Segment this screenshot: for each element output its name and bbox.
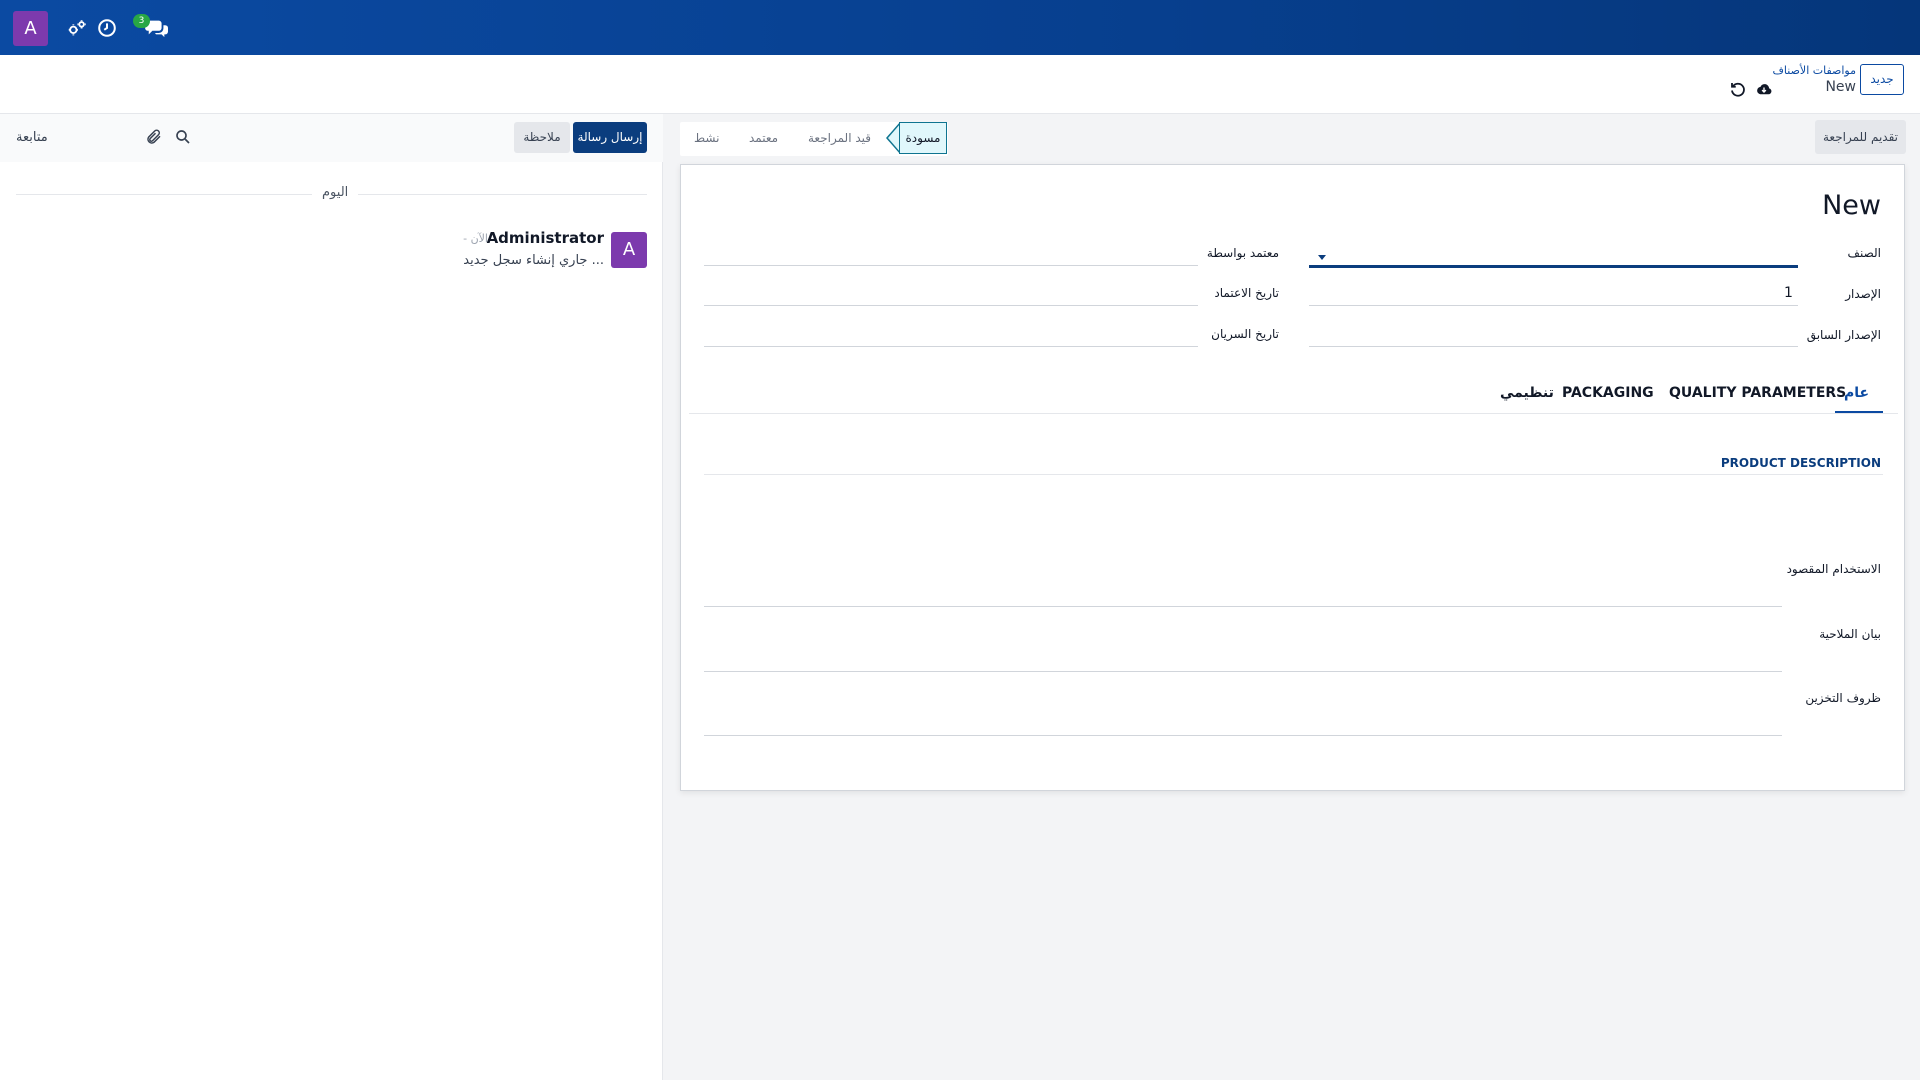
- settings-icon[interactable]: [66, 17, 88, 39]
- follow-button[interactable]: متابعة: [16, 130, 48, 145]
- storage-label: ظروف التخزين: [1805, 691, 1881, 705]
- log-note-button[interactable]: ملاحظة: [514, 122, 570, 153]
- approved-by-field[interactable]: [704, 265, 1198, 266]
- message-avatar: A: [611, 232, 647, 268]
- form-view: نشط معتمد قيد المراجعة مسودة تقديم للمرا…: [663, 114, 1920, 1080]
- date-separator-label: اليوم: [312, 185, 359, 200]
- intended-use-field[interactable]: [704, 606, 1782, 607]
- paperclip-icon[interactable]: [145, 128, 163, 146]
- approval-date-field[interactable]: [704, 305, 1198, 306]
- tab-general[interactable]: عام: [1844, 385, 1869, 401]
- stage-approved[interactable]: معتمد: [749, 131, 778, 145]
- breadcrumb-current: New: [1825, 79, 1856, 95]
- tab-packaging[interactable]: PACKAGING: [1562, 385, 1654, 401]
- control-panel: مواصفات الأصناف New جديد: [0, 55, 1920, 114]
- previous-version-label: الإصدار السابق: [1806, 328, 1881, 342]
- version-field[interactable]: [1309, 305, 1798, 306]
- storage-field[interactable]: [704, 735, 1782, 736]
- stage-draft[interactable]: مسودة: [899, 122, 947, 154]
- effective-date-label: تاريخ السريان: [1211, 327, 1279, 341]
- version-value: 1: [1784, 285, 1793, 301]
- product-field[interactable]: [1309, 265, 1798, 268]
- send-message-button[interactable]: إرسال رسالة: [573, 122, 647, 153]
- submit-review-button[interactable]: تقديم للمراجعة: [1815, 120, 1906, 154]
- message-author[interactable]: Administrator: [487, 229, 604, 247]
- section-title: PRODUCT DESCRIPTION: [1720, 456, 1881, 470]
- breadcrumb-parent[interactable]: مواصفات الأصناف: [1773, 64, 1856, 77]
- record-title: New: [1822, 190, 1881, 221]
- approval-date-label: تاريخ الاعتماد: [1214, 286, 1279, 300]
- search-icon[interactable]: [174, 128, 192, 146]
- form-sheet: New الصنف الإصدار 1 الإصدار السابق معتمد…: [680, 164, 1905, 791]
- appearance-field[interactable]: [704, 671, 1782, 672]
- message-body: جاري إنشاء سجل جديد ...: [463, 253, 604, 268]
- chatter-panel: متابعة ملاحظة إرسال رسالة اليوم A Admini…: [0, 114, 663, 1080]
- chat-badge: 3: [133, 14, 150, 28]
- approved-by-label: معتمد بواسطة: [1206, 246, 1279, 260]
- top-navbar: A 3: [0, 0, 1920, 55]
- discard-icon[interactable]: [1729, 80, 1747, 98]
- version-label: الإصدار: [1845, 287, 1881, 301]
- message-time: - الآن: [463, 232, 488, 245]
- clock-icon[interactable]: [96, 17, 118, 39]
- user-avatar[interactable]: A: [13, 11, 48, 46]
- chatter-topbar: متابعة ملاحظة إرسال رسالة: [0, 114, 663, 162]
- product-label: الصنف: [1847, 246, 1881, 260]
- cloud-save-icon[interactable]: [1755, 80, 1773, 98]
- tab-regulatory[interactable]: تنظيمي: [1500, 385, 1554, 401]
- new-button[interactable]: جديد: [1860, 64, 1904, 95]
- chevron-down-icon[interactable]: [1318, 255, 1326, 260]
- effective-date-field[interactable]: [704, 346, 1198, 347]
- tabs-divider: [689, 413, 1898, 414]
- appearance-label: بيان الملاحية: [1819, 627, 1881, 641]
- status-bar: نشط معتمد قيد المراجعة مسودة: [680, 122, 948, 156]
- tab-quality-parameters[interactable]: QUALITY PARAMETERS: [1669, 385, 1846, 401]
- previous-version-field[interactable]: [1309, 346, 1798, 347]
- stage-active-state[interactable]: نشط: [694, 131, 719, 145]
- stage-under-review[interactable]: قيد المراجعة: [808, 131, 871, 145]
- intended-use-label: الاستخدام المقصود: [1786, 562, 1881, 576]
- section-divider: [704, 474, 1883, 475]
